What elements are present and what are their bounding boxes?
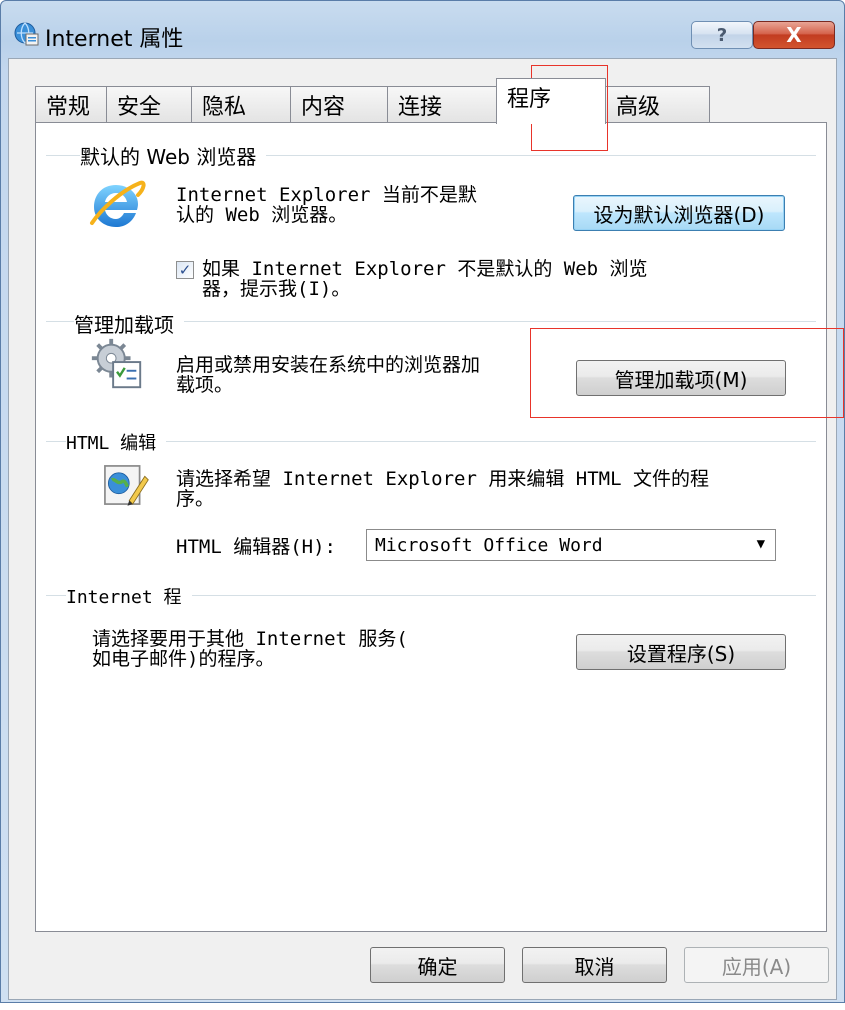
- addons-group-label: 管理加载项: [74, 309, 184, 338]
- addons-gear-icon: [91, 338, 142, 389]
- prompt-if-not-default-checkbox[interactable]: ✓: [176, 261, 194, 279]
- set-programs-button[interactable]: 设置程序(S): [576, 634, 786, 670]
- html-editing-description-line-2: 序。: [176, 488, 215, 510]
- addons-description-line-1: 启用或禁用安装在系统中的浏览器加: [176, 354, 481, 376]
- html-editing-description-line-1: 请选择希望 Internet Explorer 用来编辑 HTML 文件的程: [176, 468, 709, 490]
- default-browser-group-label: 默认的 Web 浏览器: [80, 141, 267, 170]
- tab-programs[interactable]: 程序: [496, 78, 606, 124]
- addons-description-line-2: 载项。: [176, 374, 234, 396]
- tab-label: 内容: [301, 95, 346, 120]
- prompt-checkbox-label-line-2[interactable]: 器，提示我(I)。: [202, 279, 350, 299]
- dropdown-arrow-icon[interactable]: ▼: [757, 536, 765, 552]
- cancel-button[interactable]: 取消: [522, 947, 667, 983]
- tab-security[interactable]: 安全: [106, 86, 192, 123]
- internet-programs-group-label: Internet 程: [66, 583, 192, 609]
- manage-addons-button[interactable]: 管理加载项(M): [576, 360, 786, 396]
- internet-programs-description-line-1: 请选择要用于其他 Internet 服务(: [92, 628, 408, 650]
- tab-privacy[interactable]: 隐私: [191, 86, 291, 123]
- help-button[interactable]: ?: [691, 21, 753, 49]
- html-editing-group-label: HTML 编辑: [66, 429, 167, 455]
- tab-label: 高级: [616, 95, 661, 120]
- tab-label: 程序: [507, 87, 552, 112]
- internet-options-icon: [14, 22, 39, 46]
- set-default-browser-button[interactable]: 设为默认浏览器(D): [573, 195, 785, 231]
- tab-general[interactable]: 常规: [35, 86, 107, 123]
- default-browser-status-line-2: 认的 Web 浏览器。: [176, 204, 348, 226]
- tab-label: 连接: [398, 95, 443, 120]
- html-editor-icon: [104, 465, 149, 506]
- tab-label: 常规: [46, 95, 91, 120]
- tab-label: 隐私: [202, 95, 247, 120]
- title-bar[interactable]: Internet 属性 ? X: [1, 1, 845, 59]
- prompt-checkbox-label-line-1[interactable]: 如果 Internet Explorer 不是默认的 Web 浏览: [202, 259, 648, 279]
- checkmark-icon: ✓: [178, 261, 192, 279]
- tab-label: 安全: [117, 95, 162, 120]
- html-editor-selected-value: Microsoft Office Word: [375, 535, 603, 556]
- html-editor-dropdown[interactable]: Microsoft Office Word ▼: [366, 529, 776, 561]
- tab-advanced[interactable]: 高级: [605, 86, 710, 123]
- tab-strip: 常规 安全 隐私 内容 连接 程序 高级: [35, 78, 815, 124]
- apply-button[interactable]: 应用(A): [684, 947, 829, 983]
- internet-programs-description-line-2: 如电子邮件)的程序。: [92, 648, 275, 670]
- internet-explorer-icon: [90, 180, 146, 227]
- window-title: Internet 属性: [45, 27, 184, 52]
- tab-connections[interactable]: 连接: [387, 86, 497, 123]
- tab-content[interactable]: 内容: [290, 86, 388, 123]
- default-browser-status-line-1: Internet Explorer 当前不是默: [176, 184, 477, 206]
- html-editor-label: HTML 编辑器(H):: [176, 536, 336, 558]
- programs-tab-panel: 默认的 Web 浏览器 Internet Explorer 当前不是默 认的 W…: [35, 122, 827, 932]
- ok-button[interactable]: 确定: [370, 947, 505, 983]
- close-button[interactable]: X: [753, 21, 835, 49]
